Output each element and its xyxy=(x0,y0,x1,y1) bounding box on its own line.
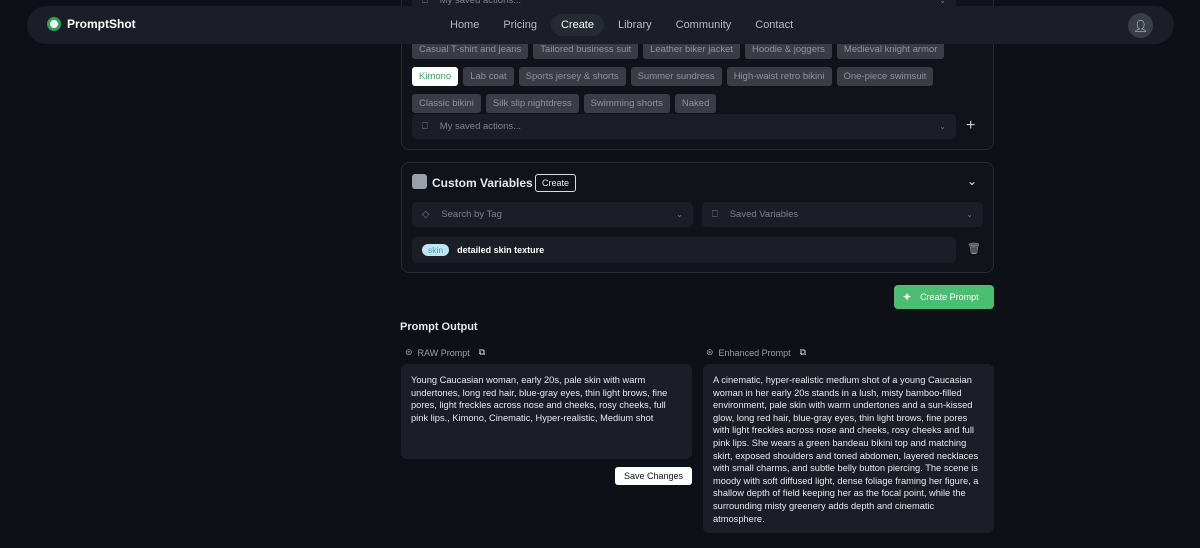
nav-link-library[interactable]: Library xyxy=(608,14,662,36)
add-action-button[interactable]: + xyxy=(966,117,975,135)
saved-variables-select[interactable]: ⎕ Saved Variables ⌄ xyxy=(702,202,983,227)
outfit-tag[interactable]: Classic bikini xyxy=(412,94,481,113)
copy-enhanced-icon[interactable]: ⧉ xyxy=(800,347,806,358)
collapse-chevron-icon[interactable]: ⌄ xyxy=(967,174,977,188)
nav-link-create[interactable]: Create xyxy=(550,14,604,36)
create-prompt-button[interactable]: ✦ Create Prompt xyxy=(894,285,994,309)
search-by-tag-select[interactable]: ◇ Search by Tag ⌄ xyxy=(412,202,693,227)
outfit-tag[interactable]: Sports jersey & shorts xyxy=(518,67,626,86)
outfit-tag[interactable]: Swimming shorts xyxy=(583,94,670,113)
nav-link-pricing[interactable]: Pricing xyxy=(493,14,547,36)
raw-prompt-textarea[interactable]: Young Caucasian woman, early 20s, pale s… xyxy=(401,364,692,459)
variable-tag-badge: skin xyxy=(422,244,450,256)
save-changes-button[interactable]: Save Changes xyxy=(615,467,692,485)
user-icon: 👤︎ xyxy=(1132,18,1149,33)
outfit-tag[interactable]: Kimono xyxy=(412,67,459,86)
logo-icon xyxy=(47,17,61,31)
raw-prompt-label: ⊜ RAW Prompt ⧉ xyxy=(405,347,486,358)
variables-icon xyxy=(412,174,427,189)
outfit-tag[interactable]: Summer sundress xyxy=(630,67,722,86)
outfit-tag[interactable]: Silk slip nightdress xyxy=(485,94,579,113)
bookmark-icon: ⎕ xyxy=(712,209,718,220)
nav-link-community[interactable]: Community xyxy=(666,14,742,36)
nav-link-home[interactable]: Home xyxy=(440,14,489,36)
enhance-icon: ⊛ xyxy=(706,347,714,357)
create-variable-button[interactable]: Create xyxy=(535,174,577,192)
copy-raw-icon[interactable]: ⧉ xyxy=(479,347,485,358)
tag-icon: ◇ xyxy=(422,209,430,220)
outfit-tags: Casual T-shirt and jeans Tailored busines… xyxy=(412,40,972,117)
outfit-tag[interactable]: Naked xyxy=(674,94,717,113)
prompt-output-title: Prompt Output xyxy=(400,321,478,333)
brand-logo[interactable]: PromptShot xyxy=(47,17,136,31)
enhanced-prompt-label: ⊛ Enhanced Prompt ⧉ xyxy=(706,347,807,358)
delete-variable-icon[interactable]: 🗑︎ xyxy=(967,242,981,255)
custom-variables-title: Custom Variables xyxy=(432,176,533,190)
note-icon: ⊜ xyxy=(405,347,413,357)
sparkle-icon: ✦ xyxy=(902,290,913,304)
top-nav: PromptShot Home Pricing Create Library Commu… xyxy=(27,6,1174,44)
outfit-tag[interactable]: Lab coat xyxy=(463,67,514,86)
variable-row: skin detailed skin texture xyxy=(412,237,956,263)
user-avatar-button[interactable]: 👤︎ xyxy=(1128,13,1153,38)
outfit-tag[interactable]: One-piece swimsuit xyxy=(836,67,934,86)
enhanced-prompt-textarea[interactable]: A cinematic, hyper-realistic medium shot… xyxy=(703,364,994,533)
nav-link-contact[interactable]: Contact xyxy=(745,14,803,36)
bookmark-icon: ⎕ xyxy=(422,121,428,132)
outfit-tag[interactable]: High-waist retro bikini xyxy=(726,67,832,86)
saved-actions-select[interactable]: ⎕ My saved actions... ⌄ xyxy=(412,114,956,139)
